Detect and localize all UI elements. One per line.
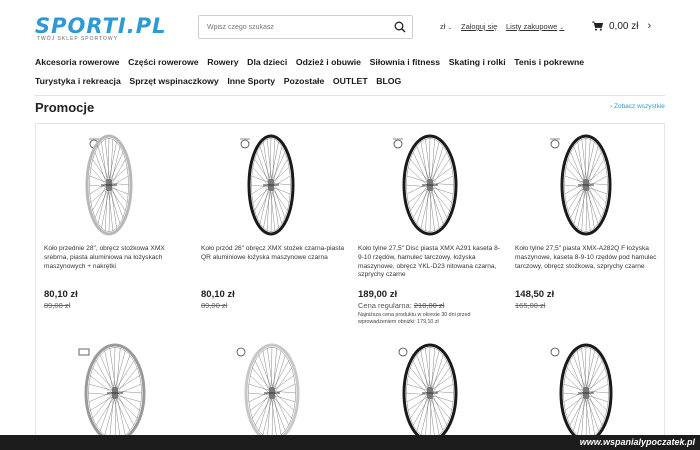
product-image[interactable] (560, 134, 612, 236)
shopping-lists-label: Listy zakupowe (506, 22, 558, 31)
shop-logo[interactable]: SPORTI.PL TWÓJ SKLEP SPORTOWY (35, 16, 165, 44)
chevron-down-icon: ⌄ (559, 25, 565, 31)
lowest-price-note: Najniższa cena produktu w okresie 30 dni… (358, 312, 471, 325)
nav-item[interactable]: Sprzęt wspinaczkowy (129, 76, 218, 86)
product-image[interactable] (84, 343, 146, 443)
nav-item[interactable]: Części rowerowe (128, 57, 199, 67)
main-nav-row-2: Turystyka i rekreacja Sprzęt wspinaczkow… (35, 76, 675, 86)
currency-label: zł (440, 22, 446, 31)
product-old-price: 89,00 zł (44, 301, 71, 310)
regular-price-label: Cena regularna: (358, 301, 412, 310)
currency-select[interactable]: zł ⌄ (440, 22, 452, 31)
search-box (198, 15, 413, 39)
nav-item[interactable]: Odzież i obuwie (296, 57, 361, 67)
product-image[interactable] (85, 134, 133, 236)
product-name[interactable]: Koło przednie 28", obręcz stożkowa XMX s… (44, 245, 184, 271)
nav-item[interactable]: BLOG (376, 76, 401, 86)
nav-item[interactable]: Dla dzieci (247, 57, 287, 67)
logo-text: SPORTI.PL (35, 14, 167, 38)
product-name[interactable]: Koło przód 26" obręcz XMX stożek czarna-… (201, 245, 345, 263)
product-image[interactable] (402, 343, 458, 443)
see-all-link[interactable]: › Zobacz wszystkie (610, 103, 665, 110)
section-title: Promocje (35, 100, 95, 115)
regular-price-value: 210,00 zł (413, 301, 445, 310)
cart-total: 0,00 zł (609, 20, 639, 32)
main-nav-row-1: Akcesoria rowerowe Części rowerowe Rower… (35, 57, 675, 67)
watermark-text: www.wspanialypoczatek.pl (579, 437, 695, 447)
chevron-right-icon: › (647, 20, 652, 32)
product-regular-price: Cena regularna: 210,00 zł (358, 301, 444, 310)
see-all-label: Zobacz wszystkie (613, 103, 665, 110)
product-image[interactable] (244, 343, 300, 443)
watermark-bar: www.wspanialypoczatek.pl (0, 435, 700, 450)
search-input[interactable] (199, 16, 379, 39)
nav-item[interactable]: Inne Sporty (227, 76, 275, 86)
chevron-down-icon: ⌄ (447, 25, 453, 31)
product-image[interactable] (247, 134, 295, 236)
product-old-price: 165,00 zł (515, 301, 546, 310)
product-name[interactable]: Koło tylne 27,5" piasta XMX-A282Q F łoży… (515, 245, 659, 271)
product-image[interactable] (402, 134, 458, 236)
shopping-lists-menu[interactable]: Listy zakupowe ⌄ (506, 22, 564, 31)
product-price: 80,10 zł (201, 289, 235, 300)
product-price: 148,50 zł (515, 289, 555, 300)
nav-item[interactable]: Pozostałe (284, 76, 325, 86)
nav-item[interactable]: Skating i rolki (449, 57, 506, 67)
cart-icon (592, 21, 603, 31)
nav-item[interactable]: Tenis i pokrewne (514, 57, 584, 67)
nav-item[interactable]: Turystyka i rekreacja (35, 76, 121, 86)
nav-item[interactable]: Akcesoria rowerowe (35, 57, 120, 67)
product-price: 189,00 zł (358, 289, 398, 300)
product-price: 80,10 zł (44, 289, 78, 300)
search-icon[interactable] (394, 21, 406, 33)
nav-item[interactable]: Rowery (207, 57, 238, 67)
product-image[interactable] (559, 343, 613, 443)
nav-item[interactable]: OUTLET (333, 76, 368, 86)
product-name[interactable]: Koło tylne 27,5" Disc piasta XMX A291 ka… (358, 245, 504, 280)
product-old-price: 89,00 zł (201, 301, 228, 310)
nav-item[interactable]: Siłownia i fitness (370, 57, 440, 67)
nav-divider (35, 95, 665, 96)
cart-button[interactable]: 0,00 zł › (592, 19, 651, 33)
login-link[interactable]: Zaloguj się (461, 22, 497, 31)
